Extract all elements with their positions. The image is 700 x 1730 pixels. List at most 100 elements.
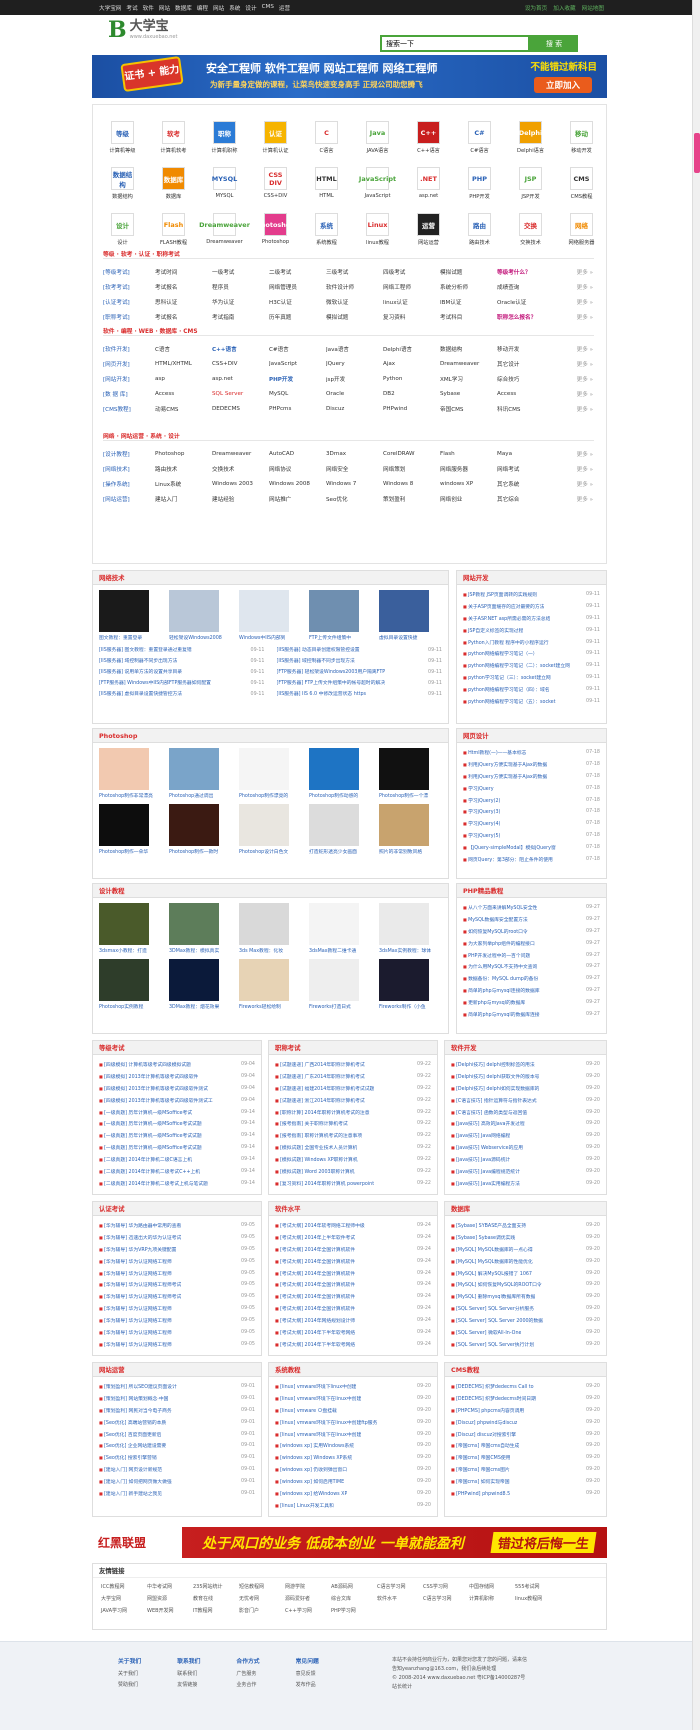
panel-title[interactable]: 软件开发 [445,1041,606,1055]
list-item-title[interactable]: [FTP服务器] FTP上传文件组策中的帐号超时的解决 [277,678,386,689]
thumbnail-image[interactable] [379,903,429,945]
list-item[interactable]: 简单的php与mysql的数据库连接 09-27 [463,1009,600,1021]
category-icon-item[interactable]: 等级 计算机等级 [97,121,148,154]
list-item[interactable]: [职称计算] 2014年职称计算机考试的注意 09-22 [275,1107,431,1119]
scrollbar-thumb[interactable] [694,133,700,173]
list-item[interactable]: [SQL Server] SQL Server 2000的数据 09-20 [451,1315,600,1327]
list-item[interactable]: [Seo优化] 高端站营销的本质 09-01 [99,1417,255,1429]
thumbnail-item[interactable]: Photoshop制作一个漂 [379,748,443,799]
list-item-title[interactable]: [考试大纲] 2014年下半年软考网络 [275,1339,355,1351]
category-icon-item[interactable]: 认证 计算机认证 [250,121,301,154]
list-item[interactable]: [试题速递] 广东2014年职称计算机考试 09-22 [275,1071,431,1083]
list-item[interactable]: [考试大纲] 2014年全国计算机软件 09-24 [275,1244,431,1256]
footer-link[interactable]: 友情链接 [177,1681,200,1688]
category-link[interactable]: CSS+DIV [212,361,269,367]
list-item[interactable]: [帝国cms] 帝国cms自动生成 09-20 [451,1440,600,1452]
friend-link[interactable]: 中国存储网 [469,1583,515,1590]
list-item-title[interactable]: [四级模拟] 计算机等级考试四级模拟试题 [99,1059,191,1071]
list-item[interactable]: [linux] vmware环境下在linux中创建ftp服务 09-20 [275,1417,431,1429]
list-item[interactable]: [考试大纲] 2014年上半年软件考试 09-24 [275,1232,431,1244]
category-link[interactable]: Access [497,391,554,397]
list-item-title[interactable]: 简单的php与mysql连接的数据库 [463,985,540,997]
category-link[interactable]: C语言 [155,345,212,353]
list-item[interactable]: [二级真题] 2014年计算机二级C语言上机 09-14 [99,1154,255,1166]
footer-link[interactable]: 广告服务 [236,1670,259,1677]
list-item[interactable]: [帝国cms] 如何实现帝国 09-20 [451,1476,600,1488]
category-row-label[interactable]: [数 据 库] [103,390,155,398]
list-item-title[interactable]: [试题速递] 浙江2014年职称计算机考试 [275,1095,365,1107]
category-link[interactable]: 网络考试 [497,465,554,473]
top-nav-item[interactable]: 系统 [229,4,240,12]
list-item-title[interactable]: python网络编程学习笔记（四）：域名 [463,684,550,696]
list-item[interactable]: [PHPwind] phpwind8.5 09-20 [451,1488,600,1500]
thumbnail-item[interactable]: Photoshop制作动感的 [309,748,373,799]
thumbnail-image[interactable] [99,804,149,846]
category-link[interactable]: 考试科目 [440,313,497,321]
category-link[interactable]: JavaScript [269,361,326,367]
friend-link[interactable]: JAVA学习网 [101,1607,147,1614]
category-link[interactable]: 等级考什么？ [497,268,554,276]
thumbnail-item[interactable]: 3dsmax小教程：打造 [99,903,163,954]
list-item[interactable]: [linux] vmware环境下在linux中创建 09-20 [275,1393,431,1405]
category-link[interactable]: Oracle [326,391,383,397]
category-icon-item[interactable]: HTML HTML [301,167,352,200]
category-link[interactable]: 考试报名 [155,313,212,321]
list-item[interactable]: [华为辅导] 华为认证网络工程师 09-05 [99,1303,255,1315]
list-item[interactable]: [华为辅导] 华为认证网络工程师 09-05 [99,1315,255,1327]
thumbnail-image[interactable] [309,590,359,632]
list-item[interactable]: [二级真题] 2014年计算机二级考试上机与笔试题 09-14 [99,1178,255,1190]
list-item-title[interactable]: [Sybase] SYBASE产品全面支持 [451,1220,526,1232]
list-item[interactable]: [模拟试题] Windows XP职称计算机 09-22 [275,1154,431,1166]
thumbnail-item[interactable]: Photoshop设计白色文 [239,804,303,855]
top-nav-item[interactable]: 考试 [126,4,137,12]
list-item-title[interactable]: [考试大纲] 2014年全国计算机软件 [275,1244,355,1256]
more-link[interactable]: 更多 » [577,375,603,383]
thumbnail-image[interactable] [99,903,149,945]
list-item-title[interactable]: [java技巧] Webservice的应用 [451,1142,523,1154]
category-link[interactable]: 移动开发 [497,345,554,353]
list-item-title[interactable]: [四级模拟] 2013年计算机等级考试四级软件测试工 [99,1095,213,1107]
list-item-title[interactable]: [java技巧] 高效的Java开发过程 [451,1118,525,1130]
category-link[interactable]: 网络工程师 [383,283,440,291]
category-link[interactable]: 网络协议 [269,465,326,473]
list-item[interactable]: [考试大纲] 2014年全国计算机软件 09-24 [275,1303,431,1315]
list-item[interactable]: [linux] vmware环境下linux中创建 09-20 [275,1381,431,1393]
panel-title[interactable]: 网络技术 [93,571,448,585]
panel-title[interactable]: CMS教程 [445,1363,606,1377]
friend-link[interactable]: 综合文库 [331,1595,377,1602]
category-link[interactable]: AutoCAD [269,451,326,457]
more-link[interactable]: 更多 » [577,495,603,503]
category-link[interactable]: 程序员 [212,283,269,291]
list-item-title[interactable]: [Seo优化] 高端站营销的本质 [99,1417,166,1429]
list-item[interactable]: [二级真题] 2014年计算机二级考试C++上机 09-14 [99,1166,255,1178]
list-item-title[interactable]: Html教程(一)——基本标志 [463,747,526,759]
friend-link[interactable]: C++学习网 [285,1607,331,1614]
list-item-title[interactable]: [考试大纲] 2014年下半年软考网络 [275,1327,355,1339]
list-item-title[interactable]: [MySQL] 如何恢复MySQL的ROOT口令 [451,1279,542,1291]
category-icon-item[interactable]: 网络 网络服务器 [556,213,607,246]
list-item[interactable]: python网络编程学习笔记（二）：socket建立网 09-11 [463,660,600,672]
list-item[interactable]: [IIS服务器] 图文教程：重置登录通过重复错 09-11 [99,645,265,656]
friend-link[interactable]: 软件水平 [377,1595,423,1602]
category-link[interactable]: HTML/XHTML [155,361,212,367]
more-link[interactable]: 更多 » [577,298,603,306]
list-item[interactable]: 数据备份：MySQL dump的备份 09-27 [463,973,600,985]
list-item[interactable]: [华为辅导] 华为认证网络工程师 09-05 [99,1327,255,1339]
list-item[interactable]: [试题速递] 福建2014年职称计算机考试试题 09-22 [275,1083,431,1095]
list-item-title[interactable]: [华为辅导] 华为认证网络工程师 [99,1327,172,1339]
category-link[interactable]: 网络安全 [326,465,383,473]
category-icon-item[interactable]: Flash FLASH教程 [148,213,199,246]
category-row-label[interactable]: [网站运营] [103,495,155,503]
friend-link[interactable]: WEB开发网 [147,1607,193,1614]
top-nav-item[interactable]: 设计 [245,4,256,12]
list-item[interactable]: python网络编程学习笔记（四）：域名 09-11 [463,684,600,696]
panel-title[interactable]: 网页设计 [457,729,606,743]
list-item[interactable]: [windows xp] 如何启用TIME 09-20 [275,1476,431,1488]
list-item-title[interactable]: [建站入门] 如何把网页做大做强 [99,1476,172,1488]
list-item-title[interactable]: [考试大纲] 2014年全国计算机软件 [275,1291,355,1303]
list-item[interactable]: [Discuz] phpwind与discuz 09-20 [451,1417,600,1429]
more-link[interactable]: 更多 » [577,283,603,291]
thumbnail-image[interactable] [169,903,219,945]
category-link[interactable]: MySQL [269,391,326,397]
category-link[interactable]: 二级考试 [269,268,326,276]
